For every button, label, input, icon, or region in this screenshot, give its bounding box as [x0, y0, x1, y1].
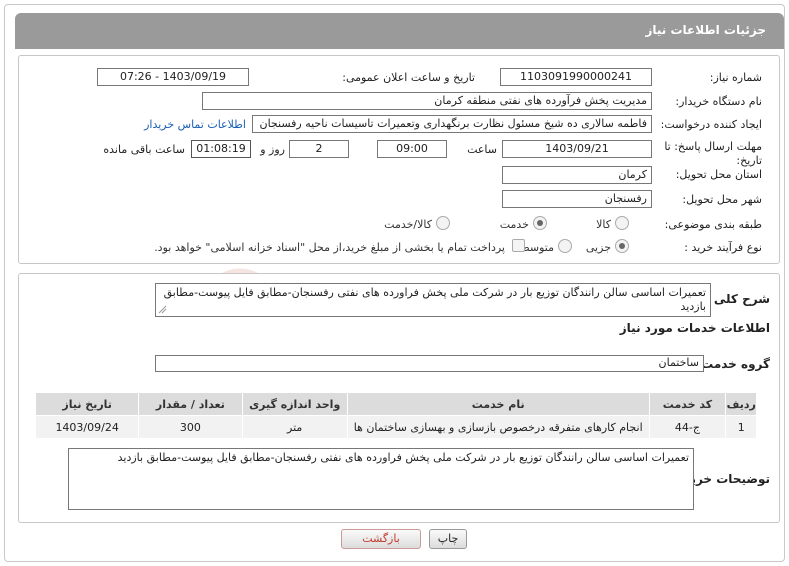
print-button[interactable]: چاپ — [429, 529, 467, 549]
treasury-payment-checkbox[interactable] — [512, 239, 525, 252]
col-header-service-name: نام خدمت — [346, 392, 650, 416]
category-service-label: خدمت — [499, 218, 529, 231]
process-minor-label: جزیی — [585, 241, 611, 254]
resize-grip-icon[interactable] — [158, 305, 167, 314]
remaining-time-field[interactable]: 01:08:19 — [191, 140, 251, 158]
need-number-label: شماره نیاز: — [709, 71, 762, 84]
deadline-time-field[interactable]: 09:00 — [377, 140, 447, 158]
announce-label: تاریخ و ساعت اعلان عمومی: — [342, 71, 475, 84]
cell-quantity: 300 — [138, 415, 243, 439]
requester-label: ایجاد کننده درخواست: — [660, 118, 762, 131]
category-goods-service-label: کالا/خدمت — [384, 218, 432, 231]
process-label: نوع فرآیند خرید : — [684, 241, 762, 254]
cell-service-name: انجام کارهای متفرقه درخصوص بازسازی و بهس… — [346, 415, 650, 439]
col-header-need-date: تاریخ نیاز — [34, 392, 140, 416]
service-group-field[interactable]: ساختمان — [155, 355, 704, 372]
cell-unit: متر — [241, 415, 348, 439]
buyer-contact-link[interactable]: اطلاعات تماس خریدار — [144, 118, 246, 131]
days-label: روز و — [260, 143, 285, 156]
buyer-org-label: نام دستگاه خریدار: — [675, 95, 762, 108]
requester-field[interactable]: فاطمه سالاری ده شیخ مسئول نظارت برنگهدار… — [252, 115, 652, 133]
treasury-payment-note: پرداخت تمام یا بخشی از مبلغ خرید،از محل … — [154, 241, 505, 254]
table-header-row: ردیف کد خدمت نام خدمت واحد اندازه گیری ت… — [34, 392, 757, 416]
province-field[interactable]: کرمان — [502, 166, 652, 184]
city-field[interactable]: رفسنجان — [502, 190, 652, 208]
deadline-date-field[interactable]: 1403/09/21 — [502, 140, 652, 158]
section-header: جزئیات اطلاعات نیاز — [15, 13, 784, 49]
buyer-notes-textarea[interactable]: تعمیرات اساسی سالن رانندگان توزیع بار در… — [68, 448, 694, 510]
summary-text: تعمیرات اساسی سالن رانندگان توزیع بار در… — [163, 286, 706, 313]
service-group-label: گروه خدمت: — [696, 357, 770, 371]
details-panel: شرح کلی نیاز: تعمیرات اساسی سالن رانندگا… — [18, 273, 780, 523]
category-goods-radio[interactable] — [615, 216, 629, 230]
deadline-label: مهلت ارسال پاسخ: تا تاریخ: — [664, 140, 762, 167]
days-remaining-field[interactable]: 2 — [289, 140, 349, 158]
province-label: استان محل تحویل: — [675, 168, 762, 181]
category-goods-service-radio[interactable] — [436, 216, 450, 230]
process-minor-radio[interactable] — [615, 239, 629, 253]
table-row[interactable]: 1 ج-44 انجام کارهای متفرقه درخصوص بازساز… — [34, 415, 757, 439]
buyer-notes-text: تعمیرات اساسی سالن رانندگان توزیع بار در… — [117, 451, 689, 464]
col-header-service-code: کد خدمت — [648, 392, 727, 416]
need-number-field[interactable]: 1103091990000241 — [500, 68, 652, 86]
city-label: شهر محل تحویل: — [682, 193, 762, 206]
back-button[interactable]: بازگشت — [341, 529, 421, 549]
announce-datetime-field[interactable]: 1403/09/19 - 07:26 — [97, 68, 249, 86]
request-info-panel: شماره نیاز: 1103091990000241 تاریخ و ساع… — [18, 55, 780, 264]
col-header-unit: واحد اندازه گیری — [241, 392, 348, 416]
cell-service-code: ج-44 — [648, 415, 727, 439]
page-title: جزئیات اطلاعات نیاز — [645, 23, 766, 37]
services-section-title: اطلاعات خدمات مورد نیاز — [619, 321, 770, 335]
deadline-time-label: ساعت — [467, 143, 497, 156]
category-label: طبقه بندی موضوعی: — [664, 218, 762, 231]
cell-need-date: 1403/09/24 — [34, 415, 140, 439]
remaining-time-label: ساعت باقی مانده — [103, 143, 185, 156]
services-table: ردیف کد خدمت نام خدمت واحد اندازه گیری ت… — [34, 392, 757, 439]
buyer-org-field[interactable]: مدیریت پخش فرآورده های نفتی منطقه کرمان — [202, 92, 652, 110]
process-medium-radio[interactable] — [558, 239, 572, 253]
category-goods-label: کالا — [596, 218, 611, 231]
cell-row-number: 1 — [725, 415, 757, 439]
category-service-radio[interactable] — [533, 216, 547, 230]
summary-textarea[interactable]: تعمیرات اساسی سالن رانندگان توزیع بار در… — [155, 283, 711, 317]
col-header-quantity: تعداد / مقدار — [138, 392, 243, 416]
col-header-row-number: ردیف — [725, 392, 757, 416]
